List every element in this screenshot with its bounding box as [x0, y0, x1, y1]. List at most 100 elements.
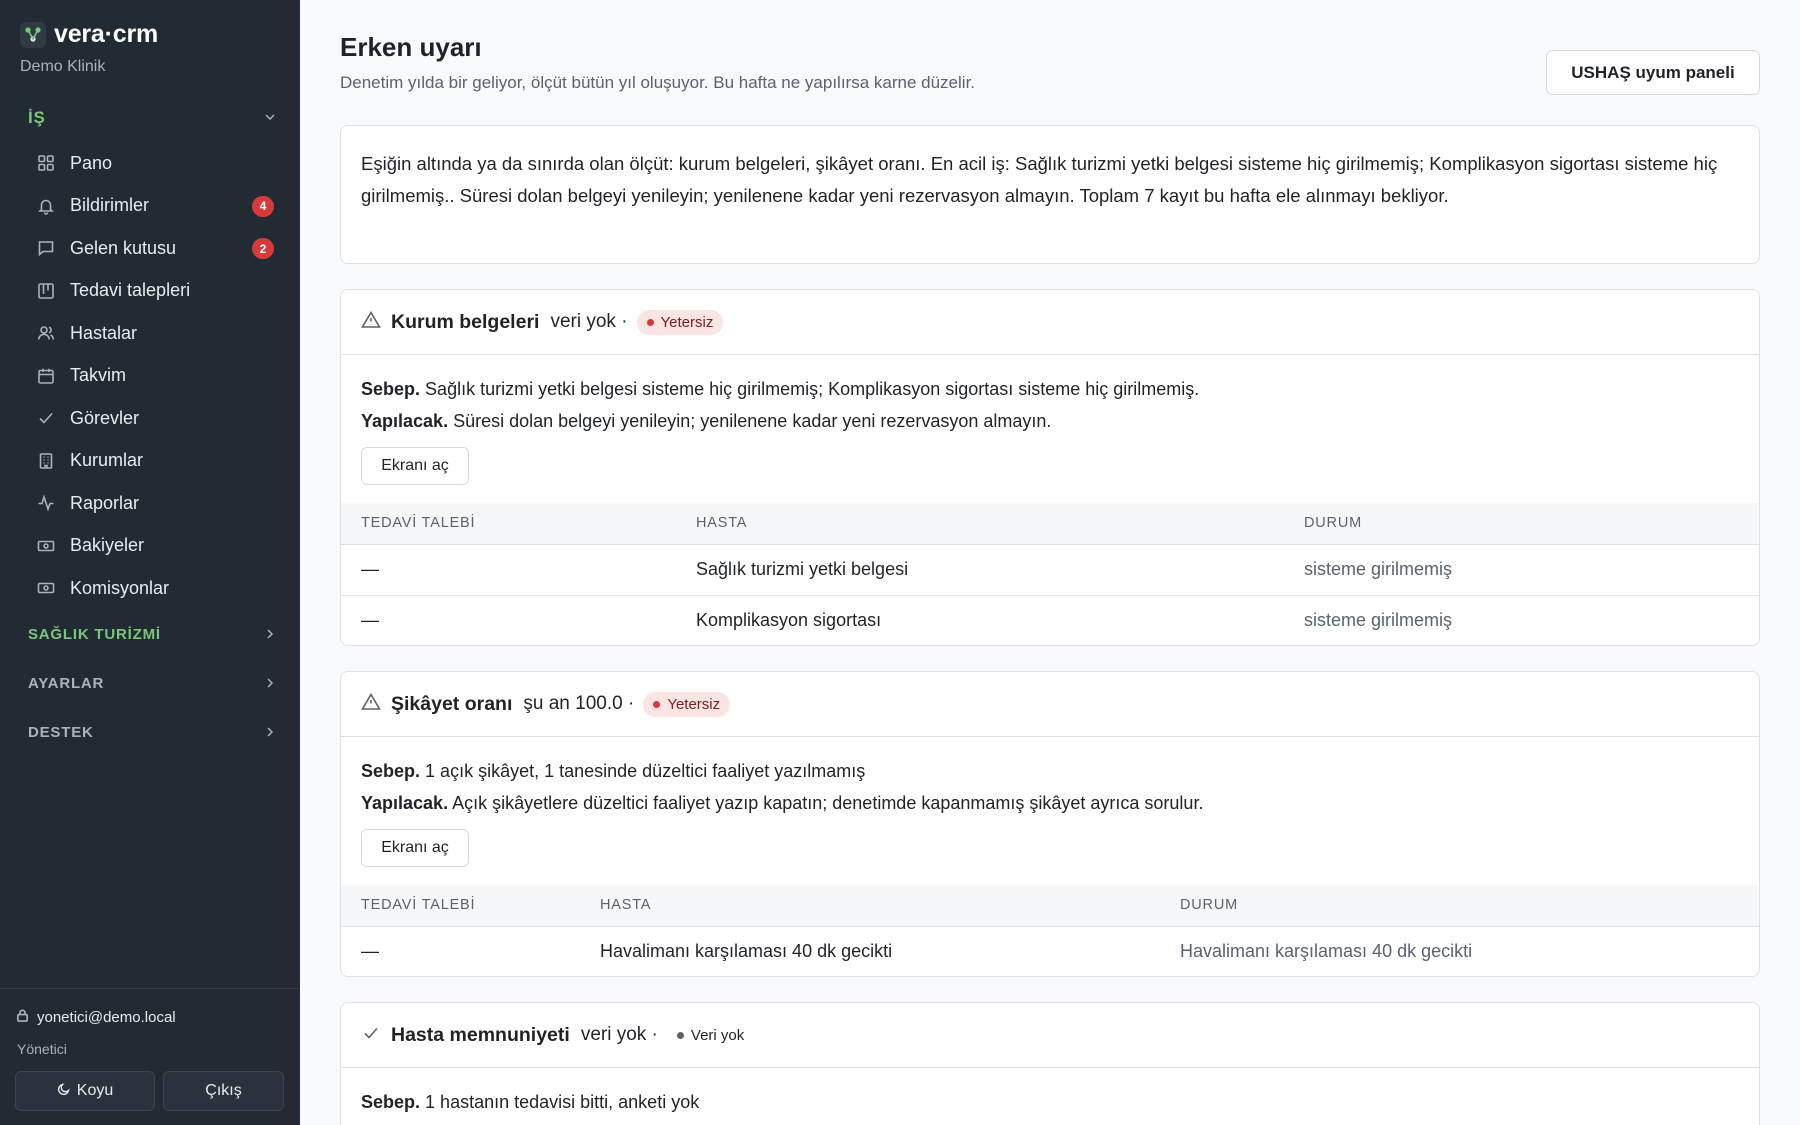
users-icon [36, 323, 56, 343]
table-cell: sisteme girilmemiş [1304, 544, 1759, 596]
column-header: DURUM [1304, 503, 1759, 545]
card-body: Sebep. 1 hastanın tedavisi bitti, anketi… [341, 1068, 1759, 1118]
action-text: Süresi dolan belgeyi yenileyin; yenilene… [453, 411, 1052, 431]
message-icon [36, 238, 56, 258]
action-label: Yapılacak. [361, 793, 449, 813]
sidebar-item-hastalar[interactable]: Hastalar [24, 312, 280, 355]
nav-group-destek[interactable]: DESTEK [28, 724, 276, 741]
banknote-icon [36, 536, 56, 556]
card-header: Kurum belgeleri veri yok · Yetersiz [341, 290, 1759, 355]
chevron-right-icon [264, 627, 276, 643]
inbox-count-badge: 2 [252, 238, 274, 259]
column-header: DURUM [1180, 885, 1759, 927]
sidebar-item-tedavi-talepleri[interactable]: Tedavi talepleri [24, 270, 280, 313]
theme-toggle-button[interactable]: Koyu [15, 1071, 155, 1111]
column-header: HASTA [600, 885, 1180, 927]
brand[interactable]: vera·crm [20, 20, 158, 49]
sidebar-item-gorevler[interactable]: Görevler [24, 397, 280, 440]
sidebar-item-komisyonlar[interactable]: Komisyonlar [24, 567, 280, 610]
sidebar-item-label: Gelen kutusu [70, 237, 177, 258]
table-cell: Sağlık turizmi yetki belgesi [696, 544, 1304, 596]
brand-name: vera·crm [54, 20, 159, 48]
main-content: Erken uyarı Denetim yılda bir geliyor, ö… [300, 0, 1800, 1125]
open-screen-button[interactable]: Ekranı aç [361, 829, 469, 867]
open-screen-button[interactable]: Ekranı aç [361, 447, 469, 485]
sidebar-item-pano[interactable]: Pano [24, 142, 280, 185]
nav-group-saglik-turizmi[interactable]: SAĞLIK TURİZMİ [28, 626, 276, 643]
table-cell: Havalimanı karşılaması 40 dk gecikti [600, 941, 893, 962]
building-icon [36, 451, 56, 471]
status-badge: Yetersiz [643, 691, 731, 717]
sidebar-item-kurumlar[interactable]: Kurumlar [24, 440, 280, 483]
chevron-down-icon [264, 110, 276, 126]
summary-text: Eşiğin altında ya da sınırda olan ölçüt:… [361, 153, 1718, 206]
kanban-icon [36, 281, 56, 301]
table-cell: sisteme girilmemiş [1304, 610, 1453, 631]
card-header: Şikâyet oranı şu an 100.0 · Yetersiz [341, 672, 1759, 737]
sidebar-item-label: Pano [70, 152, 113, 173]
reason-label: Sebep. [361, 379, 421, 399]
card-body: Sebep. 1 açık şikâyet, 1 tanesinde düzel… [341, 737, 1759, 867]
status-badge: Veri yok [667, 1023, 754, 1048]
moon-icon [57, 1082, 71, 1101]
reason-line: Sebep. 1 açık şikâyet, 1 tanesinde düzel… [361, 755, 1739, 787]
reason-text: Sağlık turizmi yetki belgesi sisteme hiç… [425, 379, 1200, 399]
sidebar-item-label: Tedavi talepleri [70, 280, 191, 301]
user-role: Yönetici [17, 1041, 67, 1057]
table-row[interactable]: — Sağlık turizmi yetki belgesi sisteme g… [341, 544, 1759, 596]
sidebar-footer: yonetici@demo.local Yönetici Koyu Çıkış [0, 988, 300, 1125]
activity-icon [36, 493, 56, 513]
logo-icon [20, 21, 46, 48]
sidebar-item-bakiyeler[interactable]: Bakiyeler [24, 525, 280, 568]
table-row[interactable]: — Komplikasyon sigortası sisteme girilme… [341, 595, 1759, 645]
criterion-card-kurum-belgeleri: Kurum belgeleri veri yok · Yetersiz Sebe… [340, 289, 1760, 646]
reason-label: Sebep. [361, 1092, 421, 1112]
action-text: Açık şikâyetlere düzeltici faaliyet yazı… [452, 793, 1204, 813]
logout-button[interactable]: Çıkış [163, 1071, 284, 1111]
card-title: Hasta memnuniyeti [391, 1023, 570, 1046]
sidebar-nav: Pano Bildirimler 4 Gelen kutusu 2 Tedavi… [24, 142, 280, 610]
sidebar-item-label: Bildirimler [70, 195, 150, 216]
criterion-card-sikayet-orani: Şikâyet oranı şu an 100.0 · Yetersiz Seb… [340, 671, 1760, 977]
sidebar-item-label: Hastalar [70, 322, 138, 343]
sidebar-item-takvim[interactable]: Takvim [24, 355, 280, 398]
column-header: TEDAVİ TALEBİ [341, 503, 696, 545]
action-line: Yapılacak. Süresi dolan belgeyi yenileyi… [361, 405, 1739, 437]
sidebar-item-label: Bakiyeler [70, 535, 145, 556]
records-table: TEDAVİ TALEBİ HASTA DURUM — Havalimanı k… [341, 885, 1759, 976]
warning-icon [361, 310, 381, 335]
sidebar-item-gelen-kutusu[interactable]: Gelen kutusu 2 [24, 227, 280, 270]
page-subtitle: Denetim yılda bir geliyor, ölçüt bütün y… [340, 73, 976, 92]
status-dot [653, 700, 661, 708]
criterion-card-hasta-memnuniyeti: Hasta memnuniyeti veri yok · Veri yok Se… [340, 1002, 1760, 1125]
nav-group-label: AYARLAR [28, 675, 105, 692]
chevron-right-icon [264, 676, 276, 692]
reason-label: Sebep. [361, 761, 421, 781]
banknote-icon [36, 578, 56, 598]
reason-line: Sebep. Sağlık turizmi yetki belgesi sist… [361, 373, 1739, 405]
reason-text: 1 açık şikâyet, 1 tanesinde düzeltici fa… [425, 761, 866, 781]
table-cell: Komplikasyon sigortası [696, 610, 882, 631]
notification-count-badge: 4 [252, 195, 274, 217]
status-label: Yetersiz [667, 695, 721, 713]
compliance-panel-button[interactable]: USHAŞ uyum paneli [1546, 50, 1760, 95]
nav-group-is[interactable]: İŞ [28, 108, 276, 128]
theme-toggle-label: Koyu [76, 1082, 114, 1099]
status-label: Veri yok [690, 1026, 745, 1044]
page-title: Erken uyarı [340, 32, 482, 62]
table-row[interactable]: — Havalimanı karşılaması 40 dk gecikti H… [341, 926, 1759, 976]
table-cell: — [341, 544, 696, 596]
sidebar-item-label: Komisyonlar [70, 577, 170, 598]
column-header: TEDAVİ TALEBİ [341, 885, 600, 927]
calendar-icon [36, 366, 56, 386]
check-icon [36, 408, 56, 428]
action-line: Yapılacak. Açık şikâyetlere düzeltici fa… [361, 787, 1739, 819]
sidebar-item-bildirimler[interactable]: Bildirimler 4 [24, 185, 280, 228]
sidebar-item-raporlar[interactable]: Raporlar [24, 482, 280, 525]
warning-icon [361, 692, 381, 717]
status-label: Yetersiz [660, 313, 714, 331]
nav-group-ayarlar[interactable]: AYARLAR [28, 675, 276, 692]
user-info: yonetici@demo.local [16, 1009, 176, 1026]
sidebar-item-label: Raporlar [70, 492, 140, 513]
user-email: yonetici@demo.local [37, 1009, 176, 1026]
